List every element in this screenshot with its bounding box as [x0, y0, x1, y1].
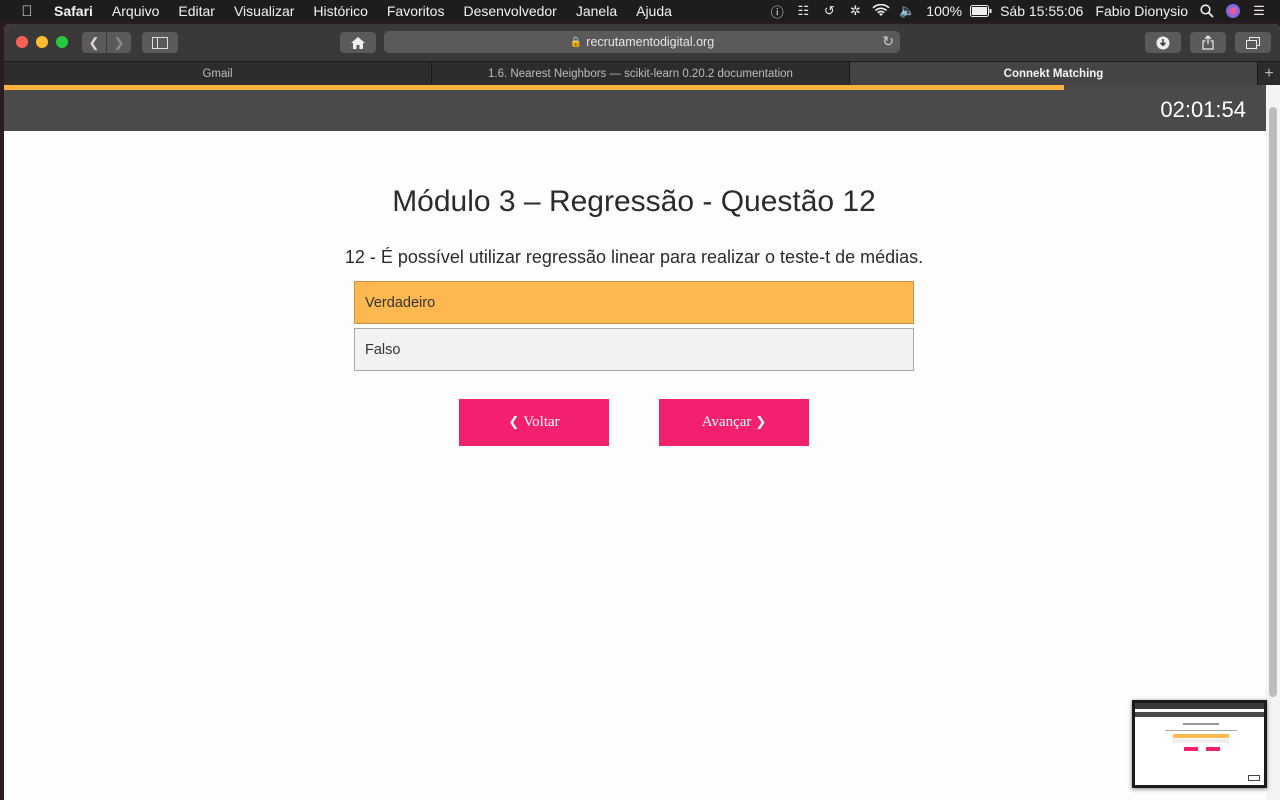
thumbnail-button	[1206, 747, 1220, 751]
tab-bar: Gmail 1.6. Nearest Neighbors — scikit-le…	[4, 61, 1280, 86]
thumbnail-title	[1183, 723, 1219, 725]
lock-icon: 🔒	[569, 36, 583, 48]
tab-label: 1.6. Nearest Neighbors — scikit-learn 0.…	[488, 68, 793, 80]
siri-icon[interactable]	[1220, 0, 1246, 22]
thumbnail-button	[1184, 747, 1198, 751]
tab-connekt-matching[interactable]: Connekt Matching	[850, 62, 1258, 86]
screenshot-thumbnail[interactable]	[1132, 700, 1267, 788]
menu-bar:  Safari Arquivo Editar Visualizar Histó…	[0, 0, 1280, 22]
battery-icon[interactable]	[968, 0, 994, 22]
thumbnail-question	[1165, 730, 1237, 731]
next-button-label: Avançar	[701, 414, 752, 430]
address-bar[interactable]: 🔒 recrutamentodigital.org ↻	[384, 31, 900, 53]
menu-janela[interactable]: Janela	[576, 3, 617, 19]
home-icon[interactable]	[340, 32, 376, 53]
notification-center-icon[interactable]: ☰	[1246, 0, 1272, 22]
quiz-header: 02:01:54	[4, 85, 1266, 131]
countdown-timer: 02:01:54	[1160, 97, 1246, 122]
browser-window: ❮ ❯ 🔒 recrutamentodigital.org ↻ Gmail 1.…	[4, 24, 1280, 800]
menu-historico[interactable]: Histórico	[313, 3, 367, 19]
tab-scikit-learn[interactable]: 1.6. Nearest Neighbors — scikit-learn 0.…	[432, 62, 850, 86]
info-icon[interactable]: ⓘ	[764, 0, 790, 22]
url-text: recrutamentodigital.org	[586, 35, 715, 49]
downloads-icon[interactable]	[1145, 32, 1181, 53]
menu-favoritos[interactable]: Favoritos	[387, 3, 445, 19]
back-nav-icon[interactable]: ❮	[82, 32, 106, 53]
close-window-button[interactable]	[16, 36, 28, 48]
battery-percent: 100%	[926, 3, 963, 19]
next-button[interactable]: Avançar ❯	[659, 399, 809, 446]
reload-icon[interactable]: ↻	[882, 33, 894, 50]
thumbnail-toolbar	[1135, 703, 1264, 709]
clipboard-icon[interactable]: ☷	[790, 0, 816, 22]
tab-label: Connekt Matching	[1003, 68, 1104, 80]
thumbnail-option	[1173, 739, 1229, 743]
tab-gmail[interactable]: Gmail	[4, 62, 432, 86]
zoom-window-button[interactable]	[56, 36, 68, 48]
menu-ajuda[interactable]: Ajuda	[636, 3, 672, 19]
menu-desenvolvedor[interactable]: Desenvolvedor	[463, 3, 556, 19]
bluetooth-icon[interactable]: ✲	[842, 0, 868, 22]
minimize-window-button[interactable]	[36, 36, 48, 48]
sidebar-toggle-icon[interactable]	[142, 32, 178, 53]
tab-label: Gmail	[202, 68, 233, 80]
option-label: Falso	[365, 341, 401, 358]
answer-option-falso[interactable]: Falso	[354, 328, 914, 371]
menubar-clock[interactable]: Sáb 15:55:06	[1000, 3, 1083, 19]
forward-nav-icon[interactable]: ❯	[107, 32, 131, 53]
answer-option-verdadeiro[interactable]: Verdadeiro	[354, 281, 914, 324]
spotlight-search-icon[interactable]	[1194, 0, 1220, 22]
progress-bar	[4, 85, 1065, 90]
menu-visualizar[interactable]: Visualizar	[234, 3, 294, 19]
scrollbar[interactable]	[1266, 85, 1280, 800]
time-machine-icon[interactable]: ↺	[816, 0, 842, 22]
question-text: 12 - É possível utilizar regressão linea…	[344, 247, 924, 267]
web-page: 02:01:54 Módulo 3 – Regressão - Questão …	[4, 85, 1280, 800]
wifi-icon[interactable]	[868, 0, 894, 22]
option-label: Verdadeiro	[365, 294, 436, 311]
menu-arquivo[interactable]: Arquivo	[112, 3, 159, 19]
thumbnail-corner-icon	[1248, 775, 1260, 781]
share-icon[interactable]	[1190, 32, 1226, 53]
thumbnail-header	[1135, 712, 1264, 717]
menu-editar[interactable]: Editar	[178, 3, 215, 19]
thumbnail-option	[1173, 734, 1229, 738]
new-tab-button[interactable]: +	[1258, 62, 1280, 86]
menu-app-safari[interactable]: Safari	[54, 3, 93, 19]
question-title: Módulo 3 – Regressão - Questão 12	[392, 185, 876, 218]
chevron-left-icon: ❮	[508, 415, 520, 430]
menubar-user[interactable]: Fabio Dionysio	[1095, 3, 1188, 19]
tabs-overview-icon[interactable]	[1235, 32, 1271, 53]
back-button[interactable]: ❮ Voltar	[459, 399, 609, 446]
volume-icon[interactable]: 🔈	[894, 0, 920, 22]
scrollbar-thumb[interactable]	[1269, 107, 1277, 697]
apple-menu-icon[interactable]: 	[0, 3, 54, 20]
browser-toolbar: ❮ ❯ 🔒 recrutamentodigital.org ↻	[4, 24, 1280, 61]
back-button-label: Voltar	[523, 414, 560, 430]
chevron-right-icon: ❯	[755, 415, 767, 430]
